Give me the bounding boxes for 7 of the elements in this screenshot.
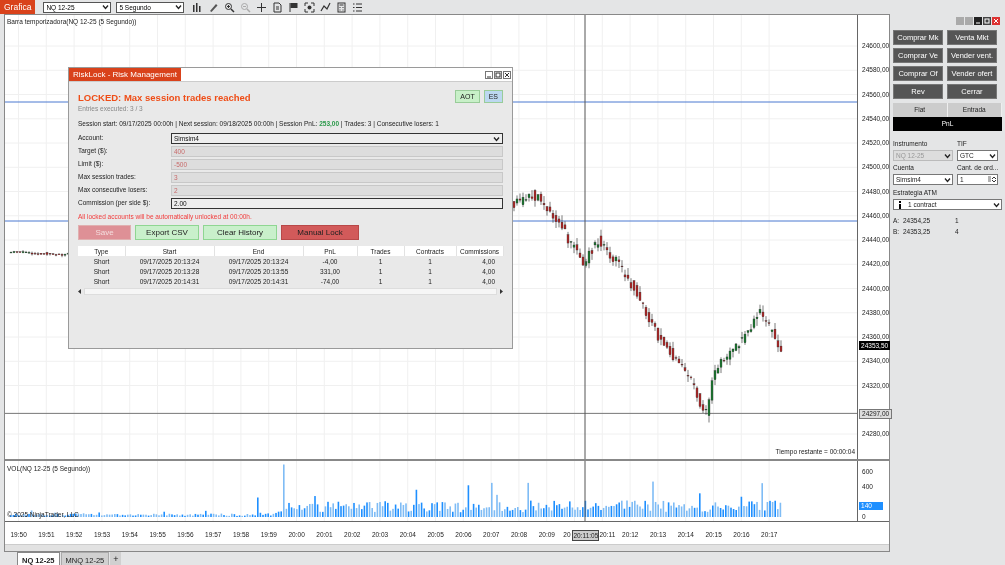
action-button[interactable]: Clear History [203,225,277,240]
lock-status: LOCKED: Max session trades reached [78,92,251,103]
dialog-title: RiskLock - Risk Management [69,68,182,81]
action-button[interactable]: Export CSV [135,225,199,240]
action-button[interactable]: Manual Lock [281,225,359,240]
add-tab-button[interactable]: + [110,552,122,565]
chart-tab[interactable]: Grafica [0,0,36,14]
